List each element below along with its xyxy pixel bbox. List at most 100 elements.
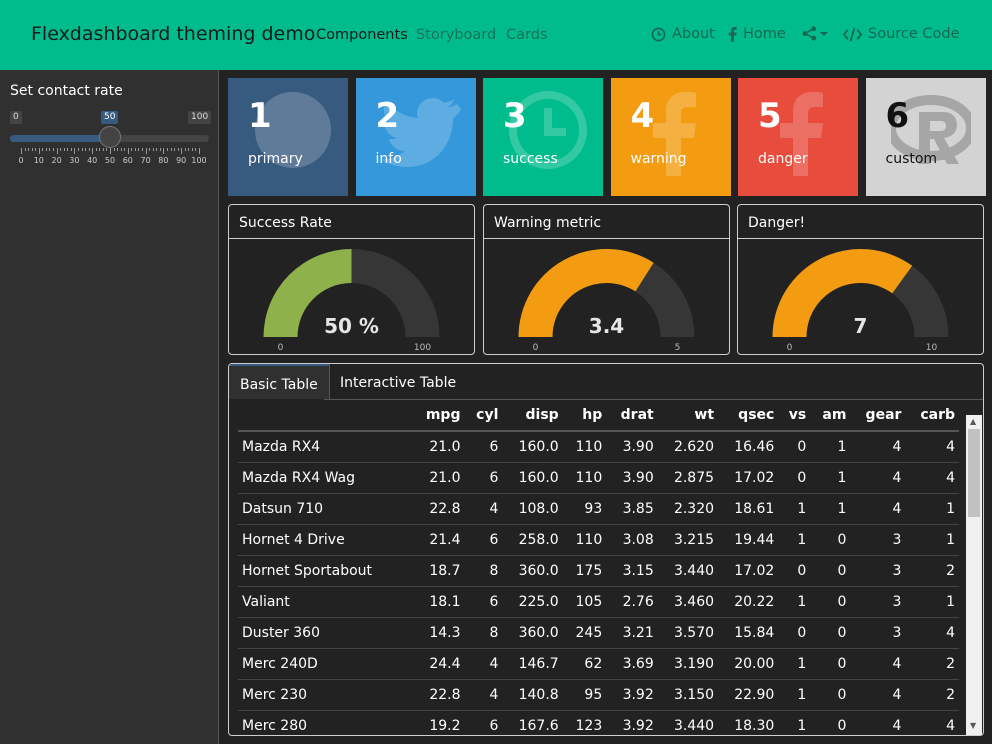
share-dropdown[interactable] bbox=[802, 26, 834, 41]
slider-minor-tick bbox=[60, 148, 62, 151]
table-scroll-area[interactable]: mpg cyl disp hp drat wt qsec vs am gear carb Mazda… bbox=[238, 400, 959, 735]
slider-minor-tick bbox=[184, 148, 186, 151]
scrollbar-thumb[interactable] bbox=[968, 429, 980, 517]
gauge-chart: 50 % 0 100 bbox=[263, 249, 440, 353]
table-cell: 22.90 bbox=[718, 679, 779, 711]
table-cell: 0 bbox=[778, 555, 811, 587]
table-cell: Datsun 710 bbox=[238, 493, 412, 525]
column-header: wt bbox=[657, 400, 719, 432]
table-cell: 1 bbox=[778, 493, 811, 525]
gauge-value-arc bbox=[518, 249, 654, 337]
table-row: Datsun 710 22.8 4 108.0 93 3.85 2.320 18.61 1 1 4 1 bbox=[238, 493, 959, 525]
table-cell: 0 bbox=[810, 586, 851, 618]
scroll-up-icon[interactable]: ▲ bbox=[970, 417, 976, 426]
slider-tick bbox=[163, 148, 165, 154]
slider-tick-label: 0 bbox=[18, 156, 24, 165]
slider-minor-tick bbox=[70, 148, 72, 151]
table-cell: Merc 230 bbox=[238, 679, 412, 711]
slider-minor-tick bbox=[174, 148, 176, 151]
navbar: Flexdashboard theming demo Components St… bbox=[0, 0, 992, 70]
contact-rate-label: Set contact rate bbox=[10, 83, 123, 99]
slider-minor-tick bbox=[81, 148, 83, 151]
table-cell: 3.440 bbox=[657, 555, 719, 587]
table-cell: 4 bbox=[850, 648, 906, 680]
table-header-row: mpg cyl disp hp drat wt qsec vs am gear carb bbox=[238, 400, 959, 432]
table-cell: 1 bbox=[778, 586, 811, 618]
gauge-min-label: 0 bbox=[787, 343, 793, 353]
nav-home[interactable]: Home bbox=[728, 26, 786, 42]
table-cell: 245 bbox=[562, 617, 607, 649]
table-row: Merc 280 19.2 6 167.6 123 3.92 3.440 18.30 1 0 4 4 bbox=[238, 710, 959, 735]
table-cell: Duster 360 bbox=[238, 617, 412, 649]
table-cell: 2.76 bbox=[606, 586, 658, 618]
table-cell: 3.15 bbox=[606, 555, 658, 587]
nav-source-code[interactable]: Source Code bbox=[843, 26, 960, 42]
slider-minor-tick bbox=[67, 148, 69, 151]
slider-minor-tick bbox=[177, 148, 179, 151]
table-cell: 3.21 bbox=[606, 617, 658, 649]
slider-minor-tick bbox=[49, 148, 51, 151]
table-cell: 1 bbox=[778, 679, 811, 711]
value-box-number: 6 bbox=[885, 96, 910, 136]
table-cell: Mazda RX4 bbox=[238, 431, 412, 463]
value-box-custom: 6 custom bbox=[865, 78, 986, 196]
slider-minor-tick bbox=[63, 148, 65, 151]
table-cell: 20.00 bbox=[718, 648, 779, 680]
table-cell: 3.92 bbox=[606, 710, 658, 735]
slider-minor-tick bbox=[138, 148, 140, 151]
value-box-caption: info bbox=[375, 151, 402, 167]
slider-handle[interactable] bbox=[98, 126, 121, 148]
slider-ticks: 0 10 20 30 40 50 60 70 80 90 100 bbox=[10, 148, 209, 168]
nav-components[interactable]: Components bbox=[316, 27, 408, 43]
scroll-down-icon[interactable]: ▼ bbox=[970, 721, 976, 730]
mtcars-table: mpg cyl disp hp drat wt qsec vs am gear carb Mazda… bbox=[238, 400, 959, 735]
table-cell: 19.44 bbox=[718, 524, 779, 556]
table-cell: 360.0 bbox=[502, 617, 563, 649]
table-body: Mazda RX4 21.0 6 160.0 110 3.90 2.620 16.46 0 1 4 4… bbox=[238, 431, 959, 735]
value-box-primary: 1 primary bbox=[228, 78, 348, 196]
value-box-number: 3 bbox=[503, 96, 527, 136]
table-cell: 3.08 bbox=[606, 524, 658, 556]
table-cell: 3.90 bbox=[606, 431, 658, 463]
value-box-caption: danger bbox=[758, 151, 808, 167]
clock-icon bbox=[651, 27, 666, 41]
table-cell: 2.875 bbox=[657, 462, 719, 494]
table-cell: 6 bbox=[464, 431, 503, 463]
tab-basic-table[interactable]: Basic Table bbox=[229, 364, 330, 399]
table-cell: 18.30 bbox=[718, 710, 779, 735]
slider-minor-tick bbox=[142, 148, 144, 151]
table-cell: 3.460 bbox=[657, 586, 719, 618]
nav-cards[interactable]: Cards bbox=[506, 27, 547, 43]
table-cell: 2 bbox=[905, 555, 959, 587]
table-cell: 0 bbox=[778, 617, 811, 649]
table-row: Hornet Sportabout 18.7 8 360.0 175 3.15 3.440 1… bbox=[238, 555, 959, 587]
slider-minor-tick bbox=[95, 148, 97, 151]
table-cell: 93 bbox=[562, 493, 607, 525]
nav-storyboard[interactable]: Storyboard bbox=[416, 27, 496, 43]
table-cell: 6 bbox=[464, 586, 503, 618]
table-cell: 258.0 bbox=[502, 524, 563, 556]
table-row: Merc 230 22.8 4 140.8 95 3.92 3.150 22.90 1 0 4 2 bbox=[238, 679, 959, 711]
table-cell: 3.85 bbox=[606, 493, 658, 525]
brand-title[interactable]: Flexdashboard theming demo bbox=[31, 23, 315, 45]
column-header bbox=[238, 400, 412, 432]
table-cell: 18.7 bbox=[411, 555, 465, 587]
table-cell: 0 bbox=[810, 648, 851, 680]
table-cell: 6 bbox=[464, 524, 503, 556]
table-cell: 1 bbox=[905, 493, 959, 525]
nav-about[interactable]: About bbox=[651, 26, 715, 42]
value-box-caption: custom bbox=[885, 151, 938, 167]
column-header: disp bbox=[502, 400, 563, 432]
value-box-success: 3 success bbox=[483, 78, 603, 196]
table-cell: Hornet 4 Drive bbox=[238, 524, 412, 556]
column-header: am bbox=[810, 400, 851, 432]
nav-home-label: Home bbox=[743, 26, 786, 42]
gauge-panel-1: Success Rate 50 % 0 100 bbox=[228, 204, 475, 355]
slider-minor-tick bbox=[117, 148, 119, 151]
value-box-caption: success bbox=[503, 151, 558, 167]
table-panel: Basic Table Interactive Table mpg cyl disp… bbox=[228, 363, 984, 736]
table-cell: 2.320 bbox=[657, 493, 719, 525]
table-scrollbar[interactable]: ▲ ▼ bbox=[966, 415, 982, 735]
tab-interactive-table[interactable]: Interactive Table bbox=[329, 364, 467, 399]
gauge-title: Warning metric bbox=[484, 205, 729, 239]
